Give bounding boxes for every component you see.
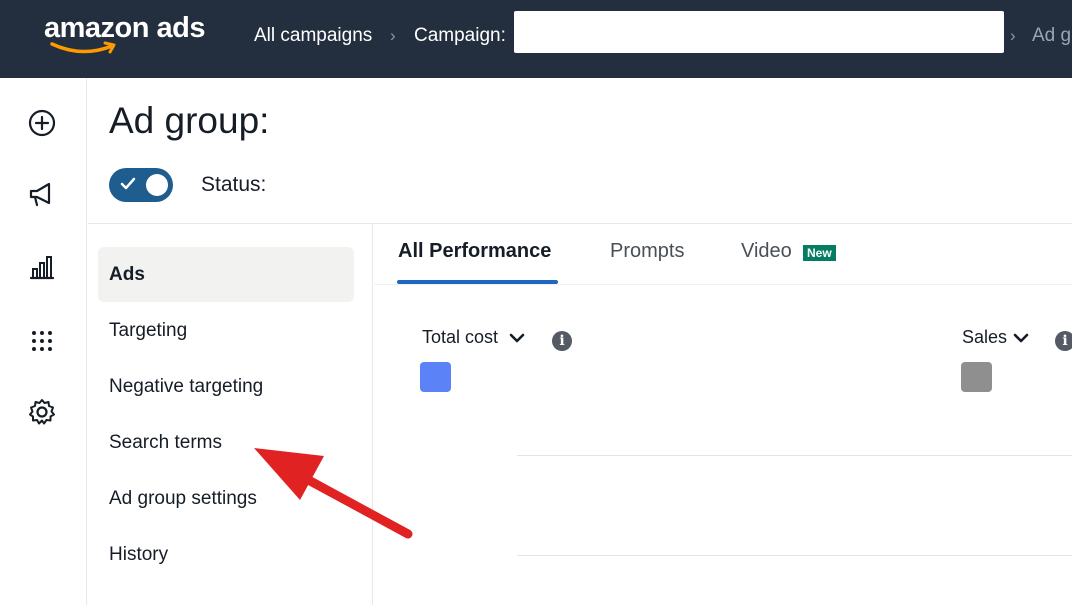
bar-chart-icon[interactable] [27,253,57,283]
megaphone-icon[interactable] [27,179,57,209]
breadcrumb-ad-group[interactable]: Ad g [1032,25,1071,47]
metric-total-cost-label[interactable]: Total cost [422,327,498,348]
tab-video[interactable]: Video [741,240,792,263]
campaign-name-box[interactable] [514,11,1004,53]
tab-all-performance[interactable]: All Performance [398,240,551,263]
gear-icon[interactable] [27,397,57,427]
add-circle-icon[interactable] [27,108,57,138]
info-icon[interactable]: i [552,331,572,351]
metric-total-cost-swatch[interactable] [420,362,451,392]
info-icon[interactable]: i [1055,331,1072,351]
chart-gridline [517,455,1072,456]
apps-grid-icon[interactable] [27,326,57,356]
status-toggle[interactable] [109,168,173,202]
new-badge: New [803,245,836,261]
annotation-arrow-icon [254,448,413,539]
breadcrumb-campaign-label: Campaign: [414,25,506,46]
tabs-divider [374,284,1072,285]
subnav-item-targeting[interactable]: Targeting [98,303,354,358]
page-title: Ad group: [109,100,270,141]
metric-sales-swatch[interactable] [961,362,992,392]
chevron-down-icon[interactable] [508,329,526,347]
metric-sales-label[interactable]: Sales [962,327,1007,348]
tab-prompts[interactable]: Prompts [610,240,684,263]
chart-gridline [517,555,1072,556]
logo-smile-icon [50,41,116,54]
breadcrumb-all-campaigns[interactable]: All campaigns [254,25,372,47]
breadcrumb-separator-icon: › [390,26,396,45]
breadcrumb-separator-icon: › [1010,26,1016,45]
top-header: amazon ads All campaigns › Campaign: › A… [0,0,1072,78]
subnav-item-negative-targeting[interactable]: Negative targeting [98,359,354,414]
left-rail [0,78,87,605]
status-label: Status: [201,173,267,196]
subnav-item-ads[interactable]: Ads [98,247,354,302]
checkmark-icon [120,177,136,190]
chevron-down-icon[interactable] [1012,329,1030,347]
toggle-knob [146,174,168,196]
